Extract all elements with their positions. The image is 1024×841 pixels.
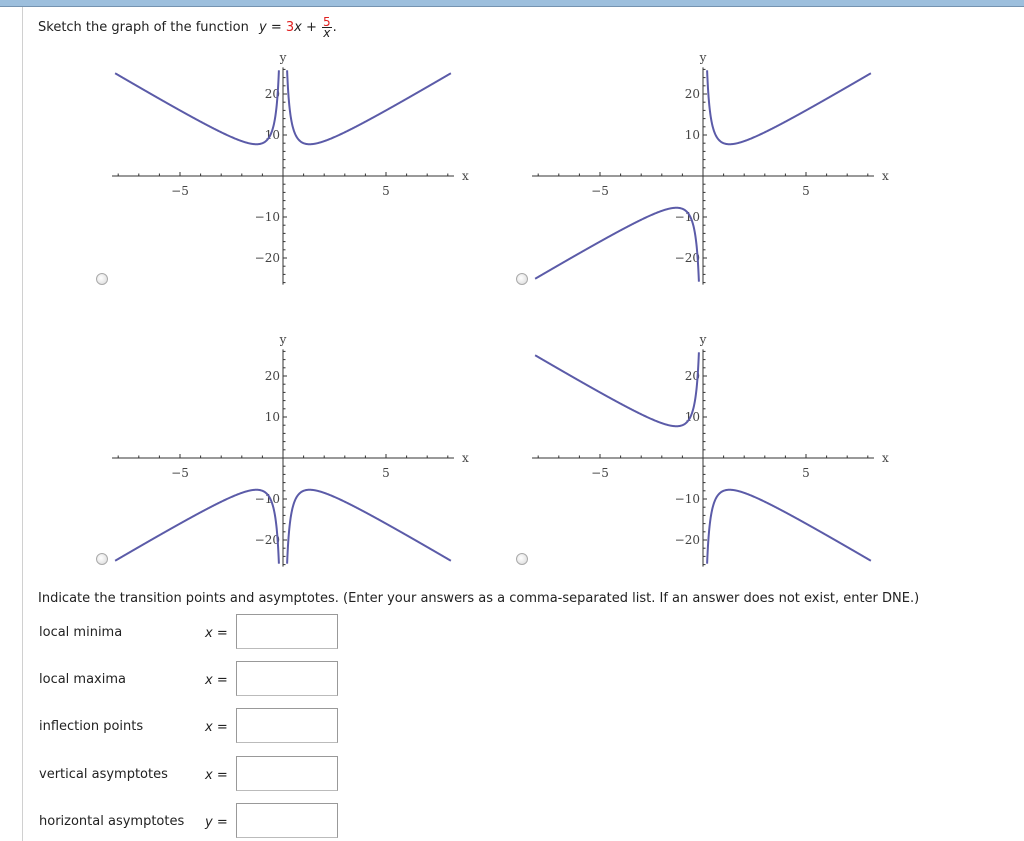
x-tick-label: 5 (802, 184, 810, 198)
function-plus: + (305, 20, 317, 35)
function-equals: = (270, 20, 282, 35)
prompt-text: Sketch the graph of the function (38, 20, 249, 35)
x-axis-label: x (462, 169, 469, 183)
radio-option-c[interactable] (96, 553, 108, 565)
graph-option-c: −5 5 20 10 −10 −20 x y (100, 327, 480, 572)
radio-option-d[interactable] (516, 553, 528, 565)
inflection-points-eq: x = (205, 720, 228, 735)
local-maxima-eq: x = (205, 673, 228, 688)
function-lhs: y (258, 20, 267, 35)
y-axis-label: y (279, 50, 287, 64)
local-maxima-input[interactable] (236, 661, 338, 696)
local-minima-label: local minima (39, 625, 123, 640)
curve-right-branch (706, 70, 872, 146)
y-axis-label: y (699, 50, 707, 64)
y-axis-label: y (279, 332, 287, 346)
y-tick-label: −20 (675, 533, 700, 547)
chart-svg: −5 52010−10−20xy (532, 332, 889, 567)
radio-option-b[interactable] (516, 273, 528, 285)
vertical-asymptotes-input[interactable] (236, 756, 338, 791)
question-text: Sketch the graph of the function y = 3x … (38, 16, 337, 40)
x-tick-label: −5 (171, 466, 189, 480)
horizontal-asymptotes-eq: y = (205, 815, 228, 830)
y-tick-label: 20 (685, 87, 700, 101)
x-tick-label: −5 (591, 466, 609, 480)
local-minima-eq: x = (205, 626, 228, 641)
inflection-points-label: inflection points (39, 719, 144, 734)
radio-option-a[interactable] (96, 273, 108, 285)
y-tick-label: −20 (675, 251, 700, 265)
local-maxima-label: local maxima (39, 672, 126, 687)
curve-right-branch (706, 488, 872, 564)
function-fraction: 5 x (322, 16, 332, 40)
x-axis-label: x (882, 169, 889, 183)
function-period: . (332, 20, 337, 35)
y-tick-label: 20 (265, 369, 280, 383)
x-tick-label: 5 (382, 466, 390, 480)
function-expression: y = 3x + 5 x . (258, 16, 337, 40)
x-tick-label: −5 (591, 184, 609, 198)
curve-right-branch (286, 488, 452, 564)
x-tick-label: −5 (171, 184, 189, 198)
y-tick-label: −20 (255, 251, 280, 265)
y-tick-label: −20 (255, 533, 280, 547)
top-bar (0, 0, 1024, 7)
local-minima-input[interactable] (236, 614, 338, 649)
y-tick-label: −10 (675, 492, 700, 506)
y-tick-label: 10 (265, 410, 280, 424)
curve-left-branch (114, 70, 280, 146)
instructions-text: Indicate the transition points and asymp… (38, 591, 920, 606)
horizontal-asymptotes-label: horizontal asymptotes (39, 814, 185, 829)
left-border (22, 7, 23, 841)
x-axis-label: x (882, 451, 889, 465)
x-tick-label: 5 (802, 466, 810, 480)
chart-svg: −5 52010−10−20xy (532, 50, 889, 285)
x-axis-label: x (462, 451, 469, 465)
function-var: x (294, 20, 302, 35)
vertical-asymptotes-eq: x = (205, 768, 228, 783)
horizontal-asymptotes-input[interactable] (236, 803, 338, 838)
graph-option-a: −5 5 20 10 −10 −20 x y (100, 45, 480, 290)
chart-svg: −5 52010−10−20xy (112, 332, 469, 567)
y-tick-label: 10 (685, 128, 700, 142)
chart-svg: −5 52010−10−20xy (112, 50, 469, 285)
vertical-asymptotes-label: vertical asymptotes (39, 767, 168, 782)
curve-right-branch (286, 70, 452, 146)
graph-option-b: −5 5 20 10 −10 −20 x y (520, 45, 900, 290)
curve-left-branch (534, 352, 700, 428)
inflection-points-input[interactable] (236, 708, 338, 743)
y-tick-label: −10 (255, 210, 280, 224)
y-axis-label: y (699, 332, 707, 346)
fraction-denominator: x (323, 26, 331, 40)
function-coefficient: 3 (285, 20, 295, 35)
x-tick-label: 5 (382, 184, 390, 198)
graph-option-d: −5 5 20 10 −10 −20 x y (520, 327, 900, 572)
